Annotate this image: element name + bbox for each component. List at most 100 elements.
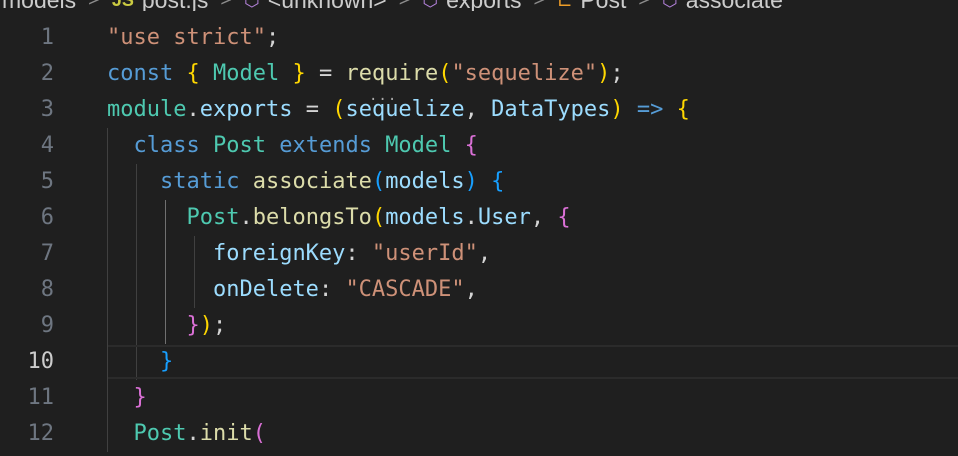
line-number: 8 — [40, 277, 54, 302]
line-number: 10 — [27, 349, 55, 374]
code-token: } — [292, 61, 306, 86]
line-number: 5 — [40, 169, 54, 194]
code-text: foreignKey: "userId", — [107, 236, 491, 272]
code-text: Post.init( — [107, 416, 266, 452]
code-token: . — [186, 97, 200, 122]
code-text: "use strict"; — [107, 20, 279, 56]
code-token: belongsTo — [252, 205, 372, 230]
code-text: class Post extends Model { — [107, 128, 478, 164]
breadcrumb-label: post.js — [142, 0, 208, 11]
code-token: ( — [371, 205, 386, 230]
code-token: } — [186, 313, 200, 338]
breadcrumb-label: <unknown> — [268, 0, 387, 11]
code-line[interactable]: 6 Post.belongsTo(models.User, { — [0, 200, 958, 236]
line-number: 9 — [40, 313, 54, 338]
code-line[interactable]: 3 module.exports = (sequelize, DataTypes)… — [0, 92, 958, 128]
code-line[interactable]: 1 "use strict"; — [0, 20, 958, 56]
code-line[interactable]: 12 Post.init( — [0, 416, 958, 452]
code-line[interactable]: 7 foreignKey: "userId", — [0, 236, 958, 272]
breadcrumb-separator: > — [78, 0, 110, 11]
hint-dots: ... — [369, 88, 398, 104]
code-line[interactable]: 11 } — [0, 380, 958, 416]
code-line[interactable]: 2 const { Model } = require("sequelize"); — [0, 56, 958, 92]
code-token: Model — [385, 133, 452, 158]
code-line[interactable]: 10 } — [0, 344, 958, 380]
code-token: => — [636, 97, 664, 122]
code-text: } — [107, 380, 147, 416]
code-text: module.exports = (sequelize, DataTypes) … — [107, 92, 690, 128]
code-token: "userId" — [371, 241, 478, 266]
code-token: sequelize — [345, 97, 465, 122]
code-token: ( — [371, 169, 386, 194]
code-token: associate — [252, 169, 372, 194]
code-editor[interactable]: 1 "use strict"; 2 const { Model } = require… — [0, 20, 958, 452]
line-number: 3 — [40, 97, 54, 122]
code-token: ( — [438, 61, 452, 86]
code-token: Model — [212, 61, 280, 86]
code-text: } — [107, 344, 173, 380]
code-token: ) — [199, 313, 213, 338]
code-token: , — [477, 241, 492, 266]
code-token: } — [133, 385, 147, 410]
line-number: 2 — [40, 61, 54, 86]
line-number: 6 — [40, 205, 54, 230]
code-token: = — [305, 61, 346, 86]
breadcrumb: models>JSpost.js>⬡<unknown>>⬡exports>⊏Po… — [0, 0, 958, 11]
code-token: onDelete — [212, 277, 319, 302]
breadcrumb-item[interactable]: ⬡ exports — [420, 0, 523, 11]
code-token: extends — [279, 133, 372, 158]
code-token: . — [464, 205, 478, 230]
js-icon: JS — [112, 0, 134, 11]
breadcrumb-label: Post — [580, 0, 626, 11]
code-token: , — [464, 97, 492, 122]
code-token: : — [345, 241, 372, 266]
code-line[interactable]: 8 onDelete: "CASCADE", — [0, 272, 958, 308]
breadcrumb-label: exports — [446, 0, 521, 11]
code-token: } — [159, 349, 174, 374]
code-token: { — [464, 133, 478, 158]
code-token: DataTypes — [491, 97, 611, 122]
code-token: init — [199, 421, 253, 446]
code-token: ( — [252, 421, 266, 446]
code-text: Post.belongsTo(models.User, { — [107, 200, 570, 236]
code-token: : — [318, 277, 346, 302]
breadcrumb-item[interactable]: ⬡ <unknown> — [242, 0, 389, 11]
breadcrumb-item[interactable]: models — [0, 0, 78, 11]
code-token: "use strict" — [107, 25, 266, 50]
code-token: { — [186, 61, 200, 86]
breadcrumb-item[interactable]: ⬡ associate — [660, 0, 785, 11]
code-token: models — [385, 205, 465, 230]
code-line[interactable]: 5 static associate(models) { — [0, 164, 958, 200]
code-token: Post — [186, 205, 240, 230]
code-line[interactable]: 9 }); — [0, 308, 958, 344]
code-token: ; — [265, 25, 280, 50]
code-token: require — [345, 61, 439, 86]
code-token: ; — [212, 313, 227, 338]
line-number: 4 — [40, 133, 54, 158]
code-token: ) — [464, 169, 478, 194]
code-line[interactable]: 4 class Post extends Model { — [0, 128, 958, 164]
line-number: 7 — [40, 241, 54, 266]
code-token: exports — [199, 97, 293, 122]
code-token: . — [239, 205, 253, 230]
breadcrumb-item[interactable]: ⊏ Post — [555, 0, 628, 11]
code-token: User — [477, 205, 531, 230]
code-token: { — [491, 169, 505, 194]
line-number: 1 — [40, 25, 54, 50]
cube-icon: ⬡ — [422, 0, 438, 11]
breadcrumb-separator: > — [389, 0, 421, 11]
breadcrumb-item[interactable]: JS post.js — [110, 0, 211, 11]
